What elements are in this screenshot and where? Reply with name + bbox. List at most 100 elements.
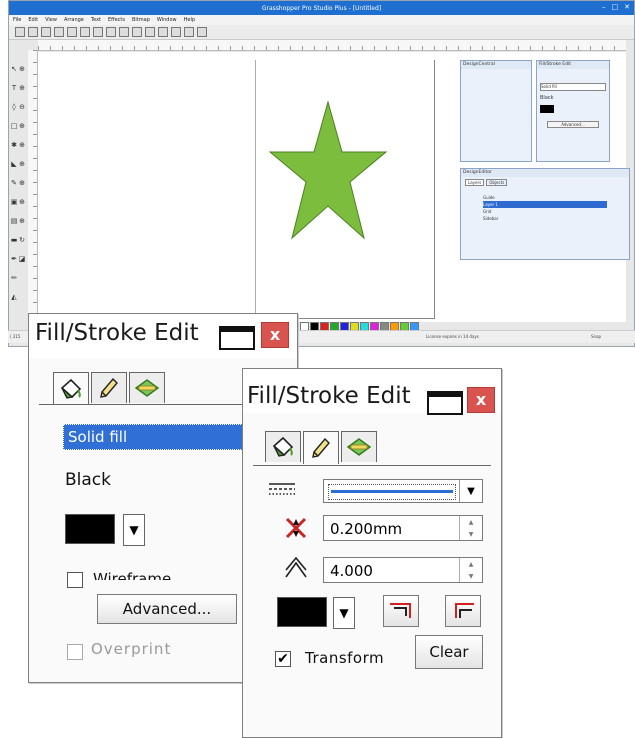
tab-fill[interactable] <box>53 372 89 405</box>
zoom-prev-icon[interactable]: ⊕ <box>18 198 26 207</box>
stroke-dialog-separator <box>253 465 491 466</box>
line-style-select[interactable]: ▼ <box>323 479 483 503</box>
pick-tool-icon[interactable]: ↖ <box>10 65 18 74</box>
stroke-width-spinner[interactable]: ▲ ▼ <box>459 516 482 540</box>
layer-row-guide[interactable]: Guide <box>483 194 607 201</box>
stroke-dialog-close-button[interactable]: x <box>467 387 495 413</box>
tab-objects[interactable]: Objects <box>486 179 508 186</box>
fill-tool-icon[interactable]: ◭ <box>10 293 18 302</box>
spin-up-icon[interactable]: ▲ <box>460 558 482 570</box>
tab-transparency[interactable] <box>129 372 165 403</box>
brush-tool-icon[interactable]: ✎ <box>10 179 18 188</box>
zoom-icon[interactable] <box>171 27 181 37</box>
knife-tool-icon[interactable]: ▣ <box>10 198 18 207</box>
group-icon[interactable] <box>145 27 155 37</box>
pencil-tool-icon[interactable]: ✏ <box>10 274 18 283</box>
pencil-icon <box>312 437 330 458</box>
fill-dialog-minimize-icon[interactable] <box>219 326 255 350</box>
menu-arrange[interactable]: Arrange <box>64 17 84 23</box>
transform-label: Transform <box>305 649 385 667</box>
line-join-button[interactable] <box>445 595 481 627</box>
tab-layers[interactable]: Layers <box>465 179 485 186</box>
close-icon[interactable]: ✕ <box>624 3 630 11</box>
zoom-fit-icon[interactable]: ⊕ <box>18 141 26 150</box>
mini-color-swatch[interactable] <box>540 105 554 113</box>
pen-tool-icon[interactable]: ✒ <box>10 255 18 264</box>
align-icon[interactable] <box>132 27 142 37</box>
zoom-all-icon[interactable]: ⊕ <box>18 160 26 169</box>
transform-checkbox[interactable]: ✔ <box>275 651 291 667</box>
layer-row-layer1[interactable]: Layer 1 <box>483 201 607 208</box>
cut-icon[interactable] <box>67 27 77 37</box>
tab-transparency[interactable] <box>341 431 377 462</box>
menu-file[interactable]: File <box>13 17 21 23</box>
tab-stroke[interactable] <box>91 372 127 403</box>
zoom-in-icon[interactable]: ⊕ <box>18 84 26 93</box>
zoom-out-icon[interactable]: ⊖ <box>18 103 26 112</box>
line-style-preview <box>328 484 456 500</box>
wireframe-checkbox[interactable] <box>67 572 83 588</box>
zoom-tool-icon[interactable]: ⊕ <box>18 65 26 74</box>
stroke-dialog: Fill/Stroke Edit x ▼ 0.200mm ▲ ▼ 4.000 ▲… <box>242 368 502 738</box>
menu-edit[interactable]: Edit <box>28 17 38 23</box>
shape-tool-icon[interactable]: ◣ <box>10 160 18 169</box>
zoom-page-icon[interactable]: ⊕ <box>18 122 26 131</box>
save-icon[interactable] <box>41 27 51 37</box>
stroke-dialog-minimize-icon[interactable] <box>427 391 463 415</box>
fill-color-dropdown[interactable]: ▼ <box>123 514 145 546</box>
design-central-panel: DesignCentral <box>460 60 532 162</box>
maximize-icon[interactable]: □ <box>612 3 619 11</box>
tab-stroke[interactable] <box>303 431 339 464</box>
eraser-tool-icon[interactable]: ▤ <box>10 217 18 226</box>
ungroup-icon[interactable] <box>158 27 168 37</box>
new-icon[interactable] <box>15 27 25 37</box>
spin-up-icon[interactable]: ▲ <box>460 516 482 528</box>
miter-limit-icon <box>285 557 307 578</box>
overprint-checkbox[interactable] <box>67 644 83 660</box>
star-tool-icon[interactable]: ✱ <box>10 141 18 150</box>
menu-window[interactable]: Window <box>157 17 177 23</box>
star-shape[interactable] <box>268 100 388 240</box>
undo-icon[interactable] <box>106 27 116 37</box>
layer-row-grid[interactable]: Grid <box>483 208 607 215</box>
redo-icon[interactable] <box>119 27 129 37</box>
menu-bitmap[interactable]: Bitmap <box>132 17 150 23</box>
advanced-button[interactable]: Advanced... <box>97 594 237 624</box>
spin-down-icon[interactable]: ▼ <box>460 570 482 582</box>
stroke-width-icon <box>285 517 307 539</box>
zoom-sel-icon[interactable]: ⊕ <box>18 179 26 188</box>
tab-fill[interactable] <box>265 431 301 462</box>
rotate-icon[interactable]: ↻ <box>18 236 26 245</box>
mini-advanced-button[interactable]: Advanced... <box>547 121 599 128</box>
node-tool-icon[interactable]: ◊ <box>10 103 18 112</box>
clear-button[interactable]: Clear <box>415 635 483 669</box>
paste-icon[interactable] <box>93 27 103 37</box>
menu-effects[interactable]: Effects <box>108 17 125 23</box>
spin-down-icon[interactable]: ▼ <box>460 528 482 540</box>
layers-icon[interactable] <box>184 27 194 37</box>
menu-text[interactable]: Text <box>91 17 101 23</box>
fill-color-swatch[interactable] <box>65 514 115 544</box>
line-tool-icon[interactable]: ▬ <box>10 236 18 245</box>
help-icon[interactable] <box>197 27 207 37</box>
frame-icon[interactable]: ◪ <box>18 255 26 264</box>
design-editor-panel: DesignEditor Layers Objects Guide Layer … <box>460 168 630 260</box>
miter-limit-spinner[interactable]: ▲ ▼ <box>459 558 482 582</box>
open-icon[interactable] <box>28 27 38 37</box>
stroke-color-swatch[interactable] <box>277 597 327 627</box>
menu-view[interactable]: View <box>45 17 57 23</box>
text-tool-icon[interactable]: T <box>10 84 18 93</box>
zoom-next-icon[interactable]: ⊕ <box>18 217 26 226</box>
layer-row-sidebar[interactable]: Sidebar <box>483 215 607 222</box>
minimize-icon[interactable]: – <box>602 3 606 11</box>
line-cap-button[interactable] <box>383 595 419 627</box>
chevron-down-icon[interactable]: ▼ <box>459 480 482 502</box>
copy-icon[interactable] <box>80 27 90 37</box>
rectangle-tool-icon[interactable]: □ <box>10 122 18 131</box>
stroke-dialog-titlebar: Fill/Stroke Edit x <box>243 369 501 415</box>
mini-fill-type[interactable]: Solid fill <box>540 83 606 91</box>
stroke-color-dropdown[interactable]: ▼ <box>333 597 355 629</box>
menu-help[interactable]: Help <box>184 17 195 23</box>
fill-dialog-close-button[interactable]: x <box>261 322 289 348</box>
print-icon[interactable] <box>54 27 64 37</box>
